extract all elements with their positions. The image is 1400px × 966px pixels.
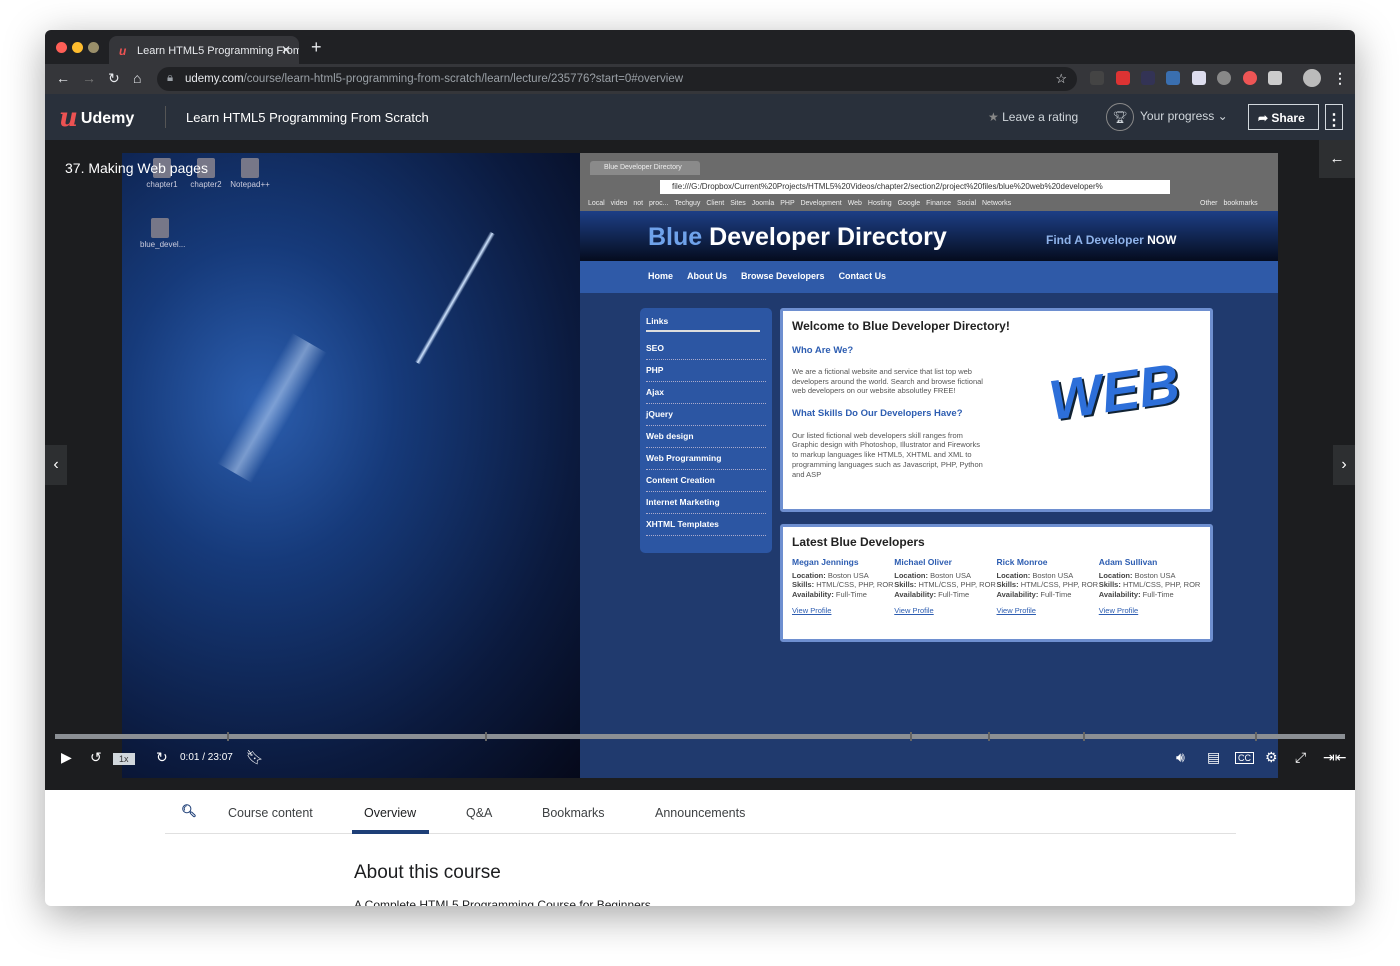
extension-icon[interactable] [1268,71,1282,85]
tab-overview[interactable]: Overview [364,806,416,820]
video-player[interactable]: chapter1 chapter2 Notepad++ blue_devel..… [45,140,1355,790]
course-title[interactable]: Learn HTML5 Programming From Scratch [186,110,429,125]
share-button[interactable]: ➦ Share [1248,104,1319,130]
udemy-header: u Udemy Learn HTML5 Programming From Scra… [45,94,1355,140]
divider [165,106,166,128]
video-browser-frame: Blue Developer Directory file:///G:/Drop… [580,153,1278,778]
home-icon[interactable]: ⌂ [133,70,141,86]
close-window-button[interactable] [56,42,67,53]
zoom-window-button[interactable] [88,42,99,53]
time-display: 0:01 / 23:07 [180,752,233,763]
tab-title: Learn HTML5 Programming From Scratch [137,45,299,57]
video-tab: Blue Developer Directory [590,161,700,175]
new-tab-button[interactable]: + [311,37,322,58]
extension-icon[interactable] [1166,71,1180,85]
rewind-icon[interactable]: ↺ [90,749,102,766]
site-links-panel: Links SEO PHP Ajax jQuery Web design Web Prog… [640,308,772,553]
site-nav: Home About Us Browse Developers Contact Us [580,261,1278,293]
video-desktop-frame: chapter1 chapter2 Notepad++ blue_devel..… [122,153,580,778]
playback-speed-button[interactable]: 1x [113,753,135,765]
browser-tab[interactable]: u Learn HTML5 Programming From Scratch ✕ [109,36,299,64]
tab-bookmarks[interactable]: Bookmarks [542,806,605,820]
back-icon[interactable]: ← [56,70,70,86]
active-tab-indicator [352,830,429,834]
video-url: file:///G:/Dropbox/Current%20Projects/HT… [660,180,1170,194]
star-icon: ★ [988,110,999,124]
site-title: Blue Developer Directory [648,223,947,251]
fullscreen-icon[interactable]: ⤢ [1295,749,1306,766]
volume-icon[interactable]: 🔊︎ [1176,749,1185,766]
section-heading: About this course [354,862,501,883]
web-wrench-image: WEB [1045,351,1184,432]
transcript-icon[interactable]: ▤ [1207,749,1220,766]
next-lecture-button[interactable]: › [1333,445,1355,485]
address-bar-row: ← → ↻ ⌂ 🔒︎ udemy.com/course/learn-html5-… [45,64,1355,94]
chrome-menu-icon[interactable]: ⋮ [1333,70,1347,87]
udemy-logo[interactable]: u Udemy [59,103,134,133]
browser-window: u Learn HTML5 Programming From Scratch ✕… [45,30,1355,906]
collapse-sidebar-button[interactable]: ← [1319,140,1355,178]
desktop-folder-icon: blue_devel... [140,218,185,249]
reload-icon[interactable]: ↻ [108,70,120,87]
bookmark-star-icon[interactable]: ☆ [1055,71,1067,87]
extension-icon[interactable] [1192,71,1206,85]
lock-icon: 🔒︎ [167,72,174,84]
video-progress-bar[interactable] [55,732,1345,741]
site-welcome-box: Welcome to Blue Developer Directory! Who… [780,308,1213,512]
udemy-favicon-icon: u [119,44,127,58]
url-domain: udemy.com [185,73,244,85]
your-progress-button[interactable]: 🏆︎ Your progress ⌄ [1106,103,1228,131]
forward-icon[interactable]: → [82,70,96,86]
tab-qa[interactable]: Q&A [466,806,492,820]
site-tagline: Find A Developer NOW [1046,233,1177,247]
extension-icon[interactable] [1217,71,1231,85]
url-input[interactable]: 🔒︎ udemy.com/course/learn-html5-programm… [157,67,1077,91]
site-latest-box: Latest Blue Developers Megan Jennings Loc… [780,524,1213,642]
trophy-icon: 🏆︎ [1106,103,1134,131]
captions-icon[interactable]: CC [1235,752,1254,764]
close-tab-icon[interactable]: ✕ [281,43,291,57]
course-description: A Complete HTML5 Programming Course for … [354,898,651,906]
profile-avatar[interactable] [1303,69,1321,87]
course-tabs: 🔍︎ Course content Overview Q&A Bookmarks… [165,790,1236,834]
url-path: /course/learn-html5-programming-from-scr… [243,73,684,85]
extension-icon[interactable] [1243,71,1257,85]
tab-announcements[interactable]: Announcements [655,806,745,820]
desktop-app-icon: Notepad++ [230,158,270,189]
course-tabs-area: 🔍︎ Course content Overview Q&A Bookmarks… [45,790,1355,906]
tab-course-content[interactable]: Course content [228,806,313,820]
previous-lecture-button[interactable]: ‹ [45,445,67,485]
chevron-down-icon: ⌄ [1217,109,1228,124]
tab-bar: u Learn HTML5 Programming From Scratch ✕… [45,30,1355,64]
theater-mode-icon[interactable]: ⇥⇤ [1323,749,1346,766]
more-options-button[interactable]: ⋮ [1325,104,1343,130]
extension-icon[interactable] [1141,71,1155,85]
video-controls: ▶ ↺ 1x ↻ 0:01 / 23:07 🔖︎ 🔊︎ ▤ CC ⚙ ⤢ ⇥⇤ [45,743,1355,773]
share-icon: ➦ [1258,111,1269,125]
search-icon[interactable]: 🔍︎ [181,804,197,819]
lecture-title: 37. Making Web pages [65,160,208,176]
extension-icon[interactable] [1116,71,1130,85]
extension-icon[interactable] [1090,71,1104,85]
video-bookmarks: Local video not proc... Techguy Client S… [588,200,1258,207]
play-icon[interactable]: ▶ [61,749,72,766]
leave-rating-button[interactable]: ★ Leave a rating [988,110,1078,124]
minimize-window-button[interactable] [72,42,83,53]
forward-icon[interactable]: ↻ [156,749,168,766]
add-bookmark-icon[interactable]: 🔖︎ [246,749,264,766]
settings-gear-icon[interactable]: ⚙ [1265,749,1278,766]
